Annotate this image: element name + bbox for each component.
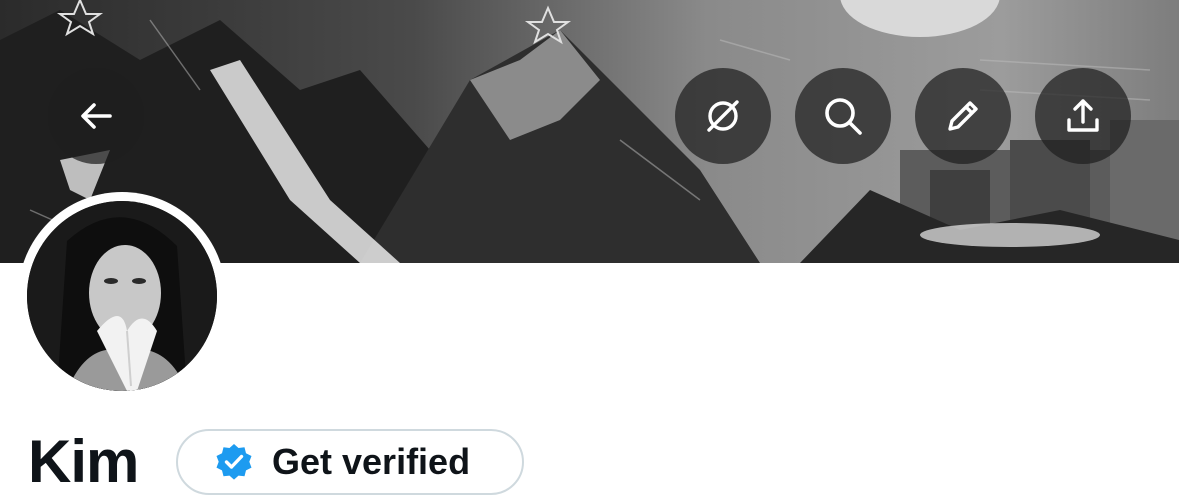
pencil-icon xyxy=(948,101,978,131)
share-button[interactable] xyxy=(1035,68,1131,164)
get-verified-button[interactable]: Get verified xyxy=(176,429,524,495)
avatar-photo xyxy=(27,201,217,391)
verified-badge-icon xyxy=(216,444,252,480)
avatar-container[interactable] xyxy=(18,192,226,400)
grok-button[interactable] xyxy=(675,68,771,164)
profile-name: Kim xyxy=(28,428,139,495)
avatar[interactable] xyxy=(27,201,217,391)
share-icon xyxy=(1067,99,1099,132)
arrow-left-icon xyxy=(81,103,112,129)
search-icon xyxy=(825,98,862,135)
search-button[interactable] xyxy=(795,68,891,164)
get-verified-label: Get verified xyxy=(272,441,471,482)
edit-button[interactable] xyxy=(915,68,1011,164)
grok-icon xyxy=(707,100,739,132)
back-button[interactable] xyxy=(48,68,144,164)
